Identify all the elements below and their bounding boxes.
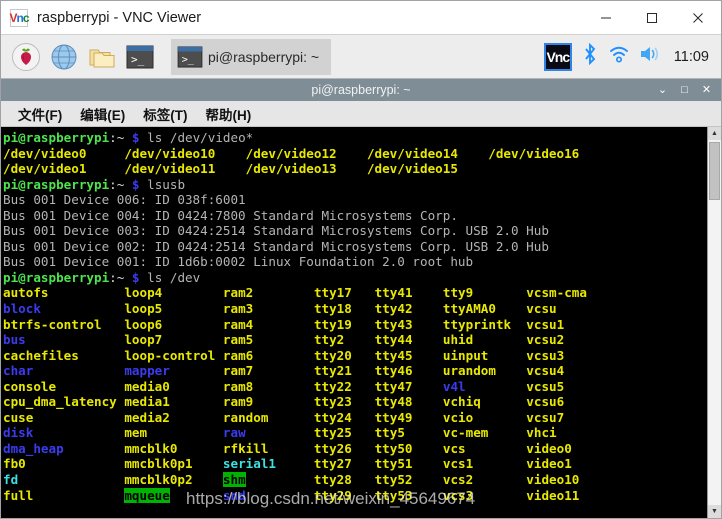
close-button[interactable] [675,1,721,34]
terminal-title: pi@raspberrypi: ~ [311,83,411,97]
terminal-body[interactable]: pi@raspberrypi:~ $ ls /dev/video*/dev/vi… [1,127,721,518]
raspberry-pi-menu-icon[interactable] [9,40,43,74]
task-button-label: pi@raspberrypi: ~ [208,48,320,65]
svg-text:>_: >_ [182,54,195,65]
task-button-terminal[interactable]: >_ pi@raspberrypi: ~ [171,38,332,75]
terminal-minimize-button[interactable]: ⌄ [657,84,668,96]
terminal-scrollbar[interactable]: ▲ ▼ [707,127,721,518]
volume-icon[interactable] [639,44,661,69]
terminal-maximize-button[interactable]: □ [679,84,690,96]
terminal-icon[interactable]: >_ [123,40,157,74]
svg-text:>_: >_ [131,53,145,66]
vnc-tray-icon[interactable]: Vnc [543,42,572,71]
scrollbar-track[interactable] [708,140,721,505]
web-browser-icon[interactable] [47,40,81,74]
vnc-logo-letter-v: V [9,10,17,25]
desktop-area: pi@raspberrypi: ~ ⌄ □ ✕ 文件(F) 编辑(E) 标签(T… [1,79,721,518]
terminal-menubar: 文件(F) 编辑(E) 标签(T) 帮助(H) [1,101,721,127]
terminal-close-button[interactable]: ✕ [701,84,712,96]
menu-edit[interactable]: 编辑(E) [71,104,134,124]
scroll-up-arrow[interactable]: ▲ [708,127,721,140]
menu-tabs[interactable]: 标签(T) [134,104,196,124]
terminal-window: pi@raspberrypi: ~ ⌄ □ ✕ 文件(F) 编辑(E) 标签(T… [1,79,721,518]
terminal-window-controls: ⌄ □ ✕ [657,84,721,96]
scroll-down-arrow[interactable]: ▼ [708,505,721,518]
terminal-icon: >_ [177,45,203,68]
taskbar-clock[interactable]: 11:09 [674,49,709,65]
maximize-button[interactable] [629,1,675,34]
raspbian-taskbar: >_ >_ pi@raspberrypi: ~ Vnc 11:09 [1,34,721,79]
scrollbar-thumb[interactable] [709,142,720,200]
terminal-output[interactable]: pi@raspberrypi:~ $ ls /dev/video*/dev/vi… [1,127,707,518]
terminal-titlebar[interactable]: pi@raspberrypi: ~ ⌄ □ ✕ [1,79,721,101]
menu-help[interactable]: 帮助(H) [197,104,261,124]
vnc-logo-icon: Vnc [9,8,30,27]
window-titlebar[interactable]: Vnc raspberrypi - VNC Viewer [1,1,721,34]
window-title: raspberrypi - VNC Viewer [37,9,202,26]
menu-file[interactable]: 文件(F) [9,104,71,124]
wifi-icon[interactable] [608,44,630,69]
vnc-tray-label: Vnc [546,48,570,65]
vnc-logo-letter-c: c [22,10,30,25]
vnc-viewer-window: Vnc raspberrypi - VNC Viewer >_ >_ pi@ra… [0,0,722,519]
system-tray: Vnc 11:09 [543,42,715,71]
bluetooth-icon[interactable] [581,42,599,70]
file-manager-icon[interactable] [85,40,119,74]
window-controls [583,1,721,34]
minimize-button[interactable] [583,1,629,34]
